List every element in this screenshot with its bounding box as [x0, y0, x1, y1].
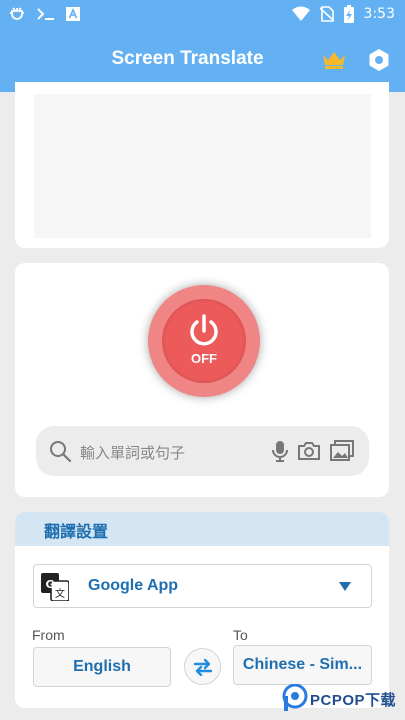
status-time: 3:53: [363, 6, 395, 22]
settings-title: 翻譯設置: [44, 522, 109, 541]
translation-settings-card: 翻譯設置 G 文 Google App From To English Chin…: [15, 512, 389, 708]
swap-languages-button[interactable]: [184, 648, 221, 685]
svg-text:G: G: [45, 578, 54, 591]
terminal-icon: [37, 8, 54, 20]
target-language-button[interactable]: Chinese - Sim...: [233, 645, 372, 685]
google-translate-icon: G 文: [41, 573, 69, 601]
power-icon: [190, 314, 218, 346]
power-button[interactable]: OFF: [148, 285, 260, 397]
bug-icon: [10, 7, 24, 20]
search-input[interactable]: 輸入單詞或句子: [80, 442, 185, 463]
engine-select[interactable]: G 文 Google App: [33, 564, 372, 608]
pcpop-logo-icon: [282, 684, 308, 711]
to-label: To: [233, 627, 248, 643]
app-title: Screen Translate: [111, 48, 264, 69]
dropdown-arrow-icon[interactable]: [339, 582, 351, 591]
status-right: 3:53: [291, 5, 395, 23]
control-card: OFF 輸入單詞或句子: [15, 263, 389, 497]
mic-icon[interactable]: [270, 440, 290, 462]
power-button-inner: OFF: [162, 299, 246, 383]
swap-arrows-icon: [193, 658, 213, 676]
camera-icon[interactable]: [297, 441, 321, 461]
no-sim-icon: [319, 6, 334, 22]
crown-icon[interactable]: [322, 50, 346, 70]
engine-label: Google App: [88, 577, 179, 594]
search-bar[interactable]: 輸入單詞或句子: [36, 426, 369, 476]
power-state-label: OFF: [191, 351, 217, 366]
search-icon: [50, 441, 72, 463]
svg-text:文: 文: [55, 587, 65, 600]
preview-card: [15, 82, 389, 248]
from-label: From: [32, 627, 65, 643]
settings-header: 翻譯設置: [15, 512, 389, 546]
preview-area: [34, 94, 371, 238]
status-bar: 3:53: [0, 0, 405, 28]
watermark-text: PCPOP下载: [310, 692, 397, 709]
settings-hexagon-icon[interactable]: [368, 48, 390, 72]
source-language-button[interactable]: English: [33, 647, 171, 687]
wifi-icon: [291, 6, 310, 21]
gallery-icon[interactable]: [330, 440, 354, 462]
battery-charging-icon: [343, 5, 354, 23]
a-box-icon: [66, 7, 80, 21]
status-left: [8, 5, 80, 23]
watermark: PCPOP下载: [282, 684, 402, 714]
